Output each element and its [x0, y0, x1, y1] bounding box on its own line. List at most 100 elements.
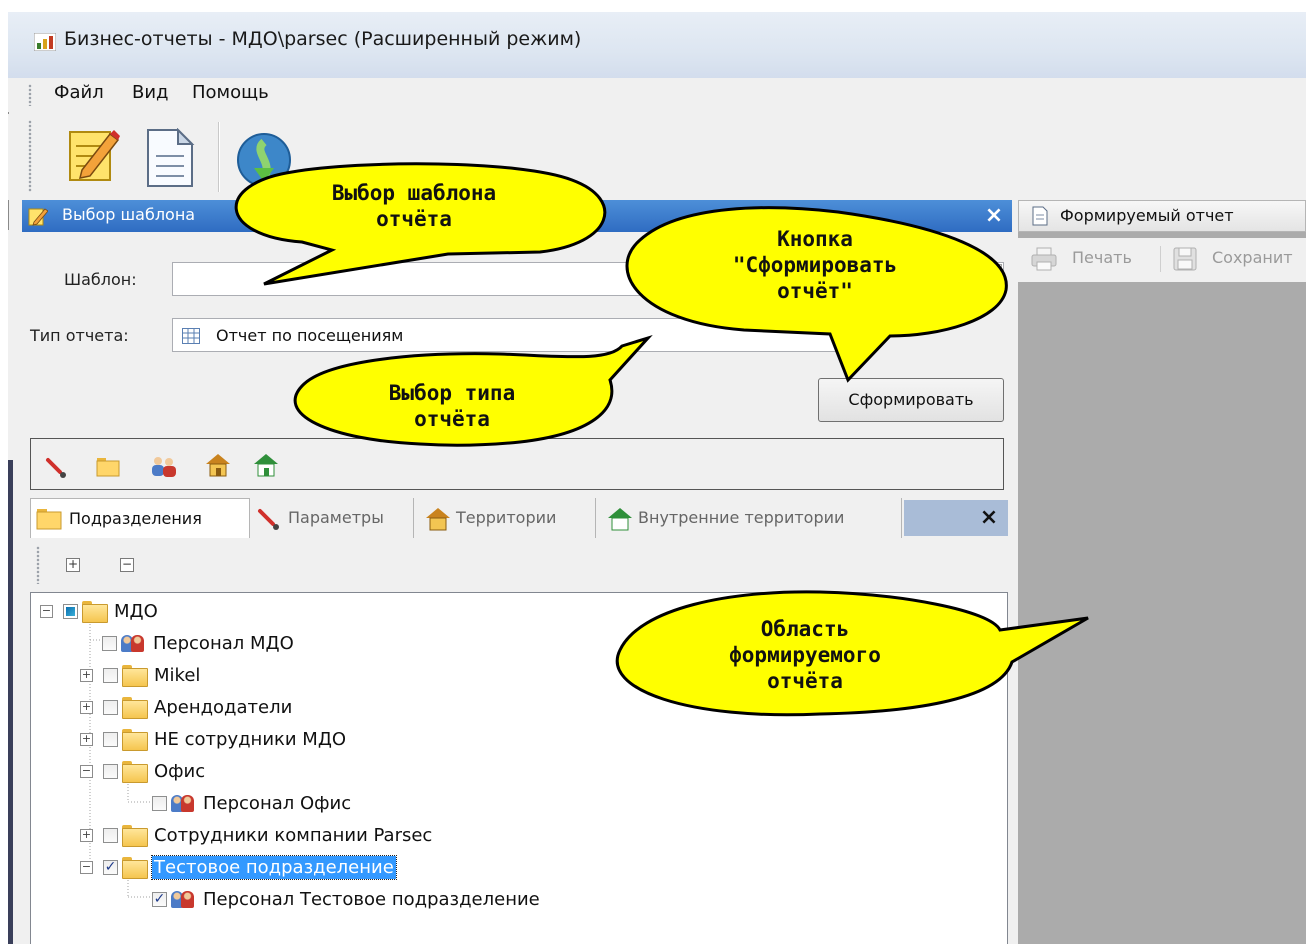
brush-icon[interactable] — [44, 456, 68, 478]
collapse-icon[interactable]: − — [80, 764, 93, 778]
menu-help[interactable]: Помощь — [190, 82, 271, 103]
people-icon[interactable] — [150, 454, 178, 478]
node-checkbox[interactable] — [102, 635, 117, 651]
callout-area-text: Область формируемого отчёта — [680, 616, 930, 694]
house-green-icon — [608, 508, 632, 531]
tree-node[interactable]: Персонал Офис — [152, 788, 353, 818]
menu-file[interactable]: Файл — [52, 82, 106, 103]
tab-internal-territories[interactable]: Внутренние территории — [600, 498, 902, 538]
grid-table-icon — [182, 328, 200, 344]
window-title: Бизнес-отчеты - МДО\parsec (Расширенный … — [64, 28, 582, 50]
new-document-icon[interactable] — [144, 128, 196, 188]
callout-type-line-2: отчёта — [414, 407, 490, 431]
folder-icon — [122, 761, 148, 783]
report-toolbar-separator — [1160, 246, 1161, 272]
folder-icon — [36, 509, 62, 530]
node-checkbox[interactable] — [103, 667, 118, 683]
house-icon[interactable] — [204, 452, 232, 478]
tree-node-label: Офис — [154, 760, 206, 782]
template-panel-title: Выбор шаблона — [62, 205, 196, 224]
tab-departments[interactable]: Подразделения — [30, 498, 250, 538]
save-button[interactable]: Сохранит — [1212, 248, 1293, 267]
callout-button-line-2: "Сформировать — [732, 253, 898, 277]
menu-view[interactable]: Вид — [130, 82, 171, 103]
tree-node-label: Арендодатели — [154, 696, 293, 718]
callout-type-text: Выбор типа отчёта — [352, 380, 552, 432]
tree-toolbar-grip — [36, 546, 40, 584]
edit-template-icon — [28, 208, 48, 226]
tree-node-label: МДО — [114, 600, 158, 622]
close-icon[interactable]: × — [980, 200, 1008, 232]
folder-icon[interactable] — [96, 456, 120, 478]
node-checkbox[interactable] — [152, 795, 167, 811]
expand-icon[interactable]: + — [80, 668, 93, 682]
node-checkbox[interactable] — [63, 603, 78, 619]
callout-button-text: Кнопка "Сформировать отчёт" — [690, 226, 940, 304]
tab-territories-label: Территории — [456, 508, 557, 527]
node-checkbox[interactable] — [103, 731, 118, 747]
tree-toolbar — [30, 540, 1008, 590]
brush-icon — [258, 509, 279, 530]
collapse-icon[interactable]: − — [40, 604, 53, 618]
tree-node[interactable]: − МДО — [40, 596, 160, 626]
tree-node[interactable]: + НЕ сотрудники МДО — [80, 724, 348, 754]
house-icon — [426, 508, 450, 531]
tree-node[interactable]: − Офис — [80, 756, 207, 786]
folder-icon — [122, 665, 148, 687]
callout-template-text: Выбор шаблона отчёта — [294, 180, 534, 232]
toolbar-separator — [218, 122, 220, 192]
node-checkbox-checked[interactable]: ✓ — [103, 859, 118, 875]
template-dropdown-button[interactable] — [984, 264, 1002, 294]
tree-node-label: Персонал Офис — [203, 792, 352, 814]
node-checkbox[interactable] — [103, 827, 118, 843]
collapse-icon[interactable]: − — [80, 860, 93, 874]
callout-button-line-3: отчёт" — [777, 279, 853, 303]
collapse-all-icon[interactable]: − — [120, 558, 134, 572]
callout-type-line-1: Выбор типа — [388, 381, 516, 405]
document-icon — [1032, 206, 1048, 226]
window-border-bar — [8, 460, 13, 944]
node-checkbox[interactable] — [103, 763, 118, 779]
tree-node-label: Сотрудники компании Parsec — [154, 824, 433, 846]
report-type-value: Отчет по посещениям — [216, 326, 404, 345]
print-button[interactable]: Печать — [1072, 248, 1132, 267]
tree-node-label: НЕ сотрудники МДО — [154, 728, 347, 750]
template-label: Шаблон: — [64, 270, 137, 289]
menu-grip — [28, 84, 32, 106]
tab-departments-label: Подразделения — [69, 509, 202, 528]
edit-report-icon[interactable] — [64, 124, 120, 184]
callout-area-line-2: формируемого — [729, 643, 881, 667]
expand-all-icon[interactable]: + — [66, 558, 80, 572]
expand-icon[interactable]: + — [80, 700, 93, 714]
report-area — [1018, 232, 1306, 944]
report-panel-title: Формируемый отчет — [1060, 206, 1234, 225]
main-toolbar — [8, 114, 1306, 200]
save-icon[interactable] — [1172, 246, 1198, 272]
people-icon — [171, 793, 195, 813]
tree-node[interactable]: − ✓ Тестовое подразделение — [80, 852, 397, 882]
tree-node[interactable]: ✓ Персонал Тестовое подразделение — [152, 884, 542, 914]
print-icon[interactable] — [1030, 246, 1058, 272]
callout-area-line-1: Область — [760, 617, 850, 641]
expand-icon[interactable]: + — [80, 828, 93, 842]
tree-node-label-selected: Тестовое подразделение — [151, 854, 397, 880]
tree-node[interactable]: Персонал МДО — [102, 628, 296, 658]
people-icon — [171, 889, 195, 909]
report-type-label: Тип отчета: — [30, 326, 129, 345]
callout-button-line-1: Кнопка — [777, 227, 853, 251]
house-green-icon[interactable] — [252, 452, 280, 478]
generate-report-button[interactable]: Сформировать — [818, 378, 1004, 422]
tree-node[interactable]: + Mikel — [80, 660, 202, 690]
tree-node[interactable]: + Сотрудники компании Parsec — [80, 820, 434, 850]
folder-icon — [122, 857, 148, 879]
tree-node-label: Персонал МДО — [153, 632, 294, 654]
tree-node[interactable]: + Арендодатели — [80, 692, 294, 722]
download-icon[interactable] — [234, 130, 294, 190]
expand-icon[interactable]: + — [80, 732, 93, 746]
close-tabs-icon[interactable]: × — [972, 500, 1006, 536]
app-chart-icon — [34, 33, 56, 51]
tree-node-label: Персонал Тестовое подразделение — [203, 888, 540, 910]
node-checkbox[interactable] — [103, 699, 118, 715]
node-checkbox-checked[interactable]: ✓ — [152, 891, 167, 907]
toolbar-grip — [28, 120, 32, 192]
